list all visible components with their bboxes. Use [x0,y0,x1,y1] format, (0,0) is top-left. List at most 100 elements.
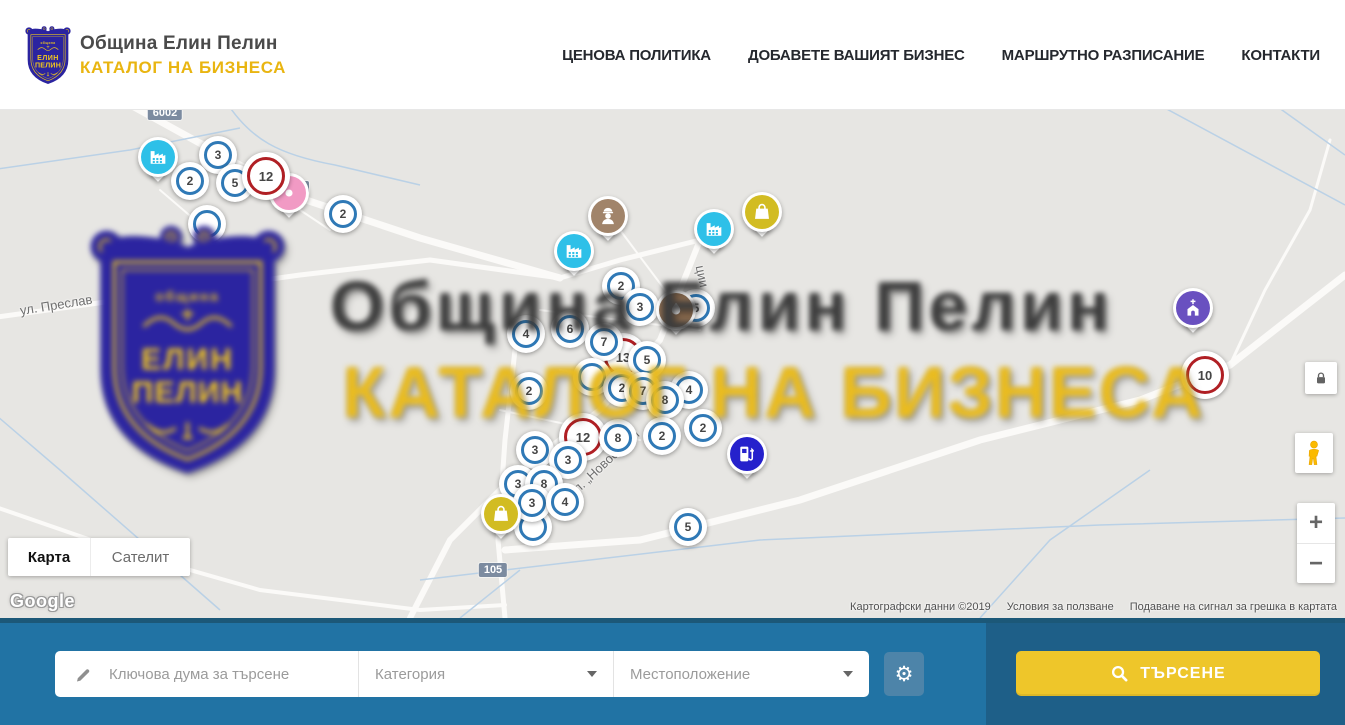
cluster-count: 4 [686,383,693,397]
google-map[interactable]: ул. Преславбул. „Новоселциции6002105 325… [0,110,1345,618]
cluster-count: 8 [662,393,669,407]
cluster-count: 2 [659,429,666,443]
cluster-count: 5 [644,353,651,367]
cluster-count: 7 [601,335,608,349]
cluster-count: 3 [529,496,536,510]
map-cluster-marker[interactable]: 8 [599,419,637,457]
attribution-text: Картографски данни ©2019 [850,601,991,613]
map-cluster-marker[interactable]: 12 [242,152,290,200]
category-dropdown[interactable]: Категория [358,651,613,697]
map-cluster-marker[interactable]: 6 [551,310,589,348]
chevron-down-icon [587,671,597,677]
map-type-map-button[interactable]: Карта [8,538,90,576]
search-input-group: Категория Местоположение [55,651,869,697]
map-pin-church[interactable] [1171,288,1215,340]
factory-icon [141,140,175,174]
map-pin-factory[interactable] [552,231,596,283]
site-title-line2: КАТАЛОГ НА БИЗНЕСА [80,58,286,78]
cluster-count: 4 [562,495,569,509]
cluster-count: 3 [637,300,644,314]
pencil-icon [75,665,93,683]
map-cluster-marker[interactable]: 2 [684,409,722,447]
cluster-count: 8 [615,431,622,445]
cluster-count: 5 [232,176,239,190]
factory-icon [697,212,731,246]
search-icon [1110,664,1129,683]
main-nav: ЦЕНОВА ПОЛИТИКА ДОБАВЕТЕ ВАШИЯТ БИЗНЕС МАР… [562,0,1320,110]
flame-icon [659,293,693,327]
street-view-pegman-button[interactable] [1295,433,1333,473]
worker-icon [591,199,625,233]
markers-layer: 3251222354613752274812822333834510 [0,110,1345,618]
cluster-count: 2 [618,279,625,293]
municipality-logo[interactable] [24,23,72,87]
map-cluster-marker[interactable]: 2 [643,417,681,455]
cluster-count: 12 [259,169,273,184]
map-pin-fuel[interactable] [725,434,769,486]
gear-icon: ⚙ [895,664,914,685]
nav-item[interactable]: ЦЕНОВА ПОЛИТИКА [562,47,711,64]
nav-item[interactable]: ДОБАВЕТЕ ВАШИЯТ БИЗНЕС [748,47,965,64]
map-cluster-marker[interactable]: 5 [669,508,707,546]
cluster-count: 2 [700,421,707,435]
bag-icon [484,497,518,531]
zoom-out-button[interactable]: − [1297,543,1335,583]
map-cluster-marker[interactable] [188,205,226,243]
map-type-satellite-button[interactable]: Сателит [90,538,190,576]
search-button-label: ТЪРСЕНЕ [1140,665,1225,683]
factory-icon [557,234,591,268]
map-pin-factory[interactable] [136,137,180,189]
keyword-input[interactable] [107,665,344,684]
map-pin-bag[interactable] [740,192,784,244]
cluster-count: 3 [215,148,222,162]
nav-item[interactable]: КОНТАКТИ [1241,47,1320,64]
search-bar: Категория Местоположение ⚙ ТЪРСЕНЕ [0,618,1345,725]
map-pin-factory[interactable] [692,209,736,261]
map-cluster-marker[interactable]: 2 [324,195,362,233]
google-logo[interactable]: Google [10,591,75,612]
cluster-count: 3 [565,453,572,467]
map-cluster-marker[interactable]: 10 [1181,351,1229,399]
advanced-settings-button[interactable]: ⚙ [884,652,924,696]
cluster-count: 2 [340,207,347,221]
lock-button[interactable] [1305,362,1337,394]
keyword-section [55,651,358,697]
zoom-control: + − [1297,503,1335,583]
cluster-count: 5 [685,520,692,534]
attribution-link[interactable]: Подаване на сигнал за грешка в картата [1130,601,1337,613]
cluster-count: 10 [1198,368,1212,383]
pegman-icon [1304,440,1324,467]
map-cluster-marker[interactable]: 4 [546,483,584,521]
site-title-line1: Община Елин Пелин [80,33,286,55]
search-button[interactable]: ТЪРСЕНЕ [1016,651,1320,696]
attribution-link[interactable]: Условия за ползване [1007,601,1114,613]
category-dropdown-value: Категория [375,666,445,683]
business-catalog-page: Община Елин Пелин КАТАЛОГ НА БИЗНЕСА ЦЕН… [0,0,1345,725]
map-cluster-marker[interactable]: 7 [585,323,623,361]
map-cluster-marker[interactable]: 2 [510,372,548,410]
cluster-count: 2 [526,384,533,398]
map-pin-flame[interactable] [654,290,698,342]
cluster-count: 6 [567,322,574,336]
cluster-count: 2 [187,174,194,188]
map-type-control: Карта Сателит [8,538,190,576]
cluster-count: 4 [523,327,530,341]
zoom-in-button[interactable]: + [1297,503,1335,543]
map-attribution: Картографски данни ©2019 Условия за ползв… [850,601,1337,613]
church-icon [1176,291,1210,325]
cluster-count: 12 [576,430,590,445]
header: Община Елин Пелин КАТАЛОГ НА БИЗНЕСА ЦЕН… [0,0,1345,110]
lock-icon [1313,370,1329,386]
location-dropdown-value: Местоположение [630,666,750,683]
map-cluster-marker[interactable]: 4 [507,315,545,353]
cluster-count: 3 [532,443,539,457]
location-dropdown[interactable]: Местоположение [613,651,869,697]
nav-item[interactable]: МАРШРУТНО РАЗПИСАНИЕ [1002,47,1205,64]
map-cluster-marker[interactable]: 8 [646,381,684,419]
chevron-down-icon [843,671,853,677]
bag-icon [745,195,779,229]
site-title: Община Елин Пелин КАТАЛОГ НА БИЗНЕСА [80,33,286,77]
crest-icon [24,23,72,87]
fuel-icon [730,437,764,471]
map-pin-bag[interactable] [479,494,523,546]
